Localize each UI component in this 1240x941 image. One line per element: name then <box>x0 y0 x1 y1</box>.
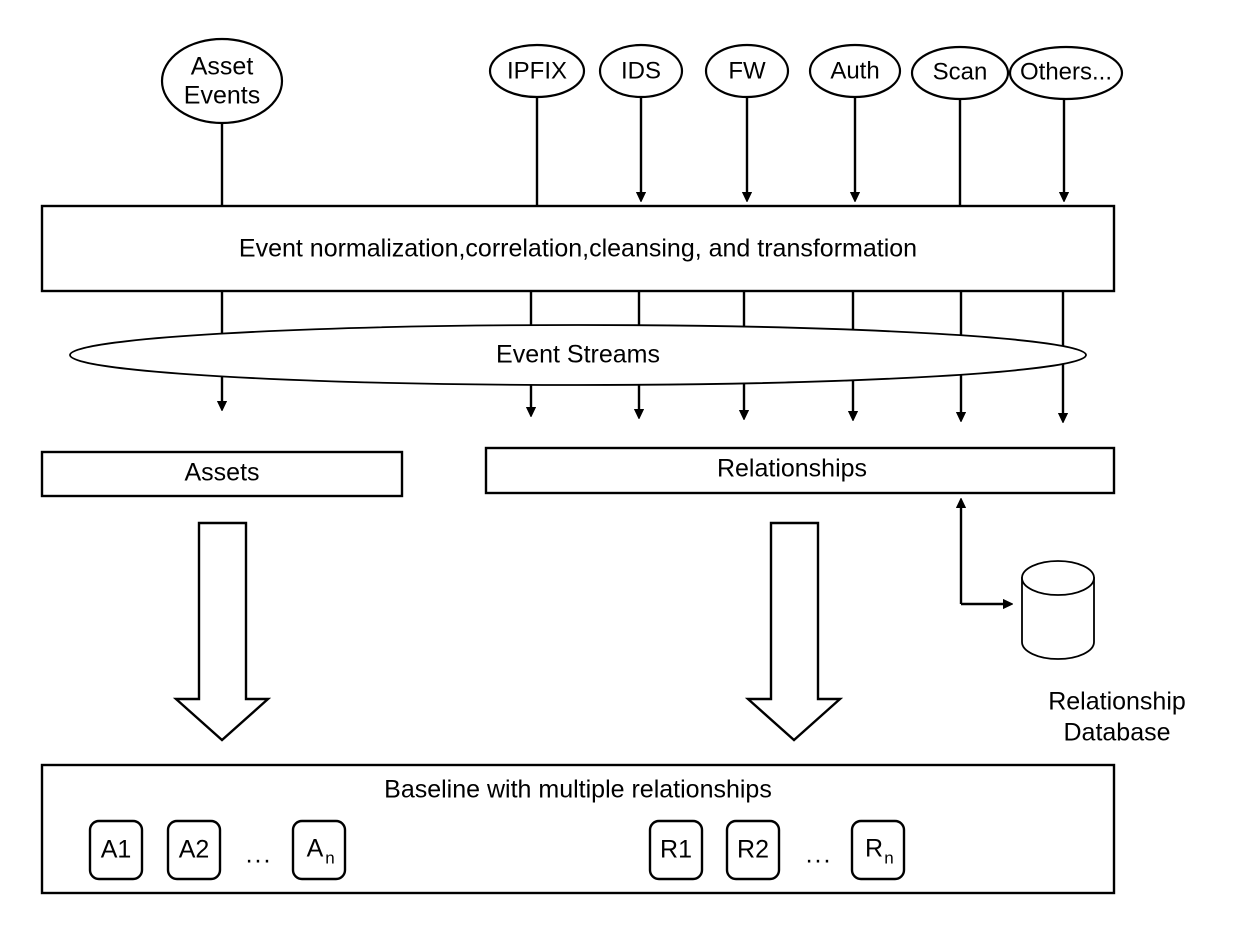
processing-banner[interactable]: Event normalization,correlation,cleansin… <box>40 204 1116 293</box>
relationships-to-baseline-block-arrow <box>744 521 844 742</box>
source-scan[interactable]: Scan <box>910 45 1010 206</box>
relationship-chip-r1[interactable]: R1 <box>648 819 704 881</box>
processing-banner-label: Event normalization,correlation,cleansin… <box>239 235 917 263</box>
relationship-chips-ellipsis: ... <box>806 841 833 869</box>
relationship-chip-r2-label: R2 <box>737 836 769 864</box>
asset-chip-a1-label: A1 <box>101 836 132 864</box>
asset-chip-an-subscript: n <box>325 848 334 867</box>
source-ids[interactable]: IDS <box>598 43 684 193</box>
pipeline-diagram: Asset Events IPFIX IDS FW Auth Scan Othe… <box>40 37 1186 895</box>
assets-to-baseline-block-arrow <box>172 521 272 742</box>
relationship-chip-r2[interactable]: R2 <box>725 819 781 881</box>
database-connector <box>961 507 1004 604</box>
event-streams[interactable]: Event Streams <box>69 324 1087 386</box>
asset-events-label-line2: Events <box>184 82 260 110</box>
relationships-box-group[interactable]: Relationships <box>484 446 1116 495</box>
fw-label: FW <box>728 57 766 84</box>
event-streams-label: Event Streams <box>496 341 660 369</box>
others-label: Others... <box>1020 58 1112 85</box>
source-auth[interactable]: Auth <box>808 43 902 193</box>
ids-label: IDS <box>621 57 661 84</box>
baseline-label: Baseline with multiple relationships <box>384 776 772 804</box>
relationship-chip-rn-label: R <box>865 835 883 863</box>
asset-chips-ellipsis: ... <box>246 841 273 869</box>
relationship-database[interactable]: Relationship Database <box>1021 560 1186 747</box>
relationship-chip-rn-subscript: n <box>884 848 893 867</box>
assets-label: Assets <box>184 459 259 487</box>
baseline-box-group[interactable]: Baseline with multiple relationships A1 … <box>40 763 1116 895</box>
asset-chip-a2-label: A2 <box>179 836 210 864</box>
source-others[interactable]: Others... <box>1008 45 1124 193</box>
database-label-line2: Database <box>1063 719 1170 747</box>
relationship-chip-r1-label: R1 <box>660 836 692 864</box>
relationship-chip-rn[interactable]: R n <box>850 819 906 881</box>
source-fw[interactable]: FW <box>704 43 790 193</box>
database-label-line1: Relationship <box>1048 688 1186 716</box>
asset-chip-an-label: A <box>307 835 324 863</box>
relationships-label: Relationships <box>717 455 867 483</box>
auth-label: Auth <box>830 57 879 84</box>
asset-events-label-line1: Asset <box>191 53 254 81</box>
source-ipfix[interactable]: IPFIX <box>488 43 586 206</box>
diagram-canvas: Asset Events IPFIX IDS FW Auth Scan Othe… <box>0 0 1240 941</box>
source-asset-events[interactable]: Asset Events <box>160 37 284 206</box>
asset-chip-a2[interactable]: A2 <box>166 819 222 881</box>
database-cylinder-top[interactable] <box>1021 560 1095 596</box>
assets-box-group[interactable]: Assets <box>40 450 404 498</box>
scan-label: Scan <box>933 58 988 85</box>
asset-chip-a1[interactable]: A1 <box>88 819 144 881</box>
asset-chip-an[interactable]: A n <box>291 819 347 881</box>
ipfix-label: IPFIX <box>507 57 567 84</box>
